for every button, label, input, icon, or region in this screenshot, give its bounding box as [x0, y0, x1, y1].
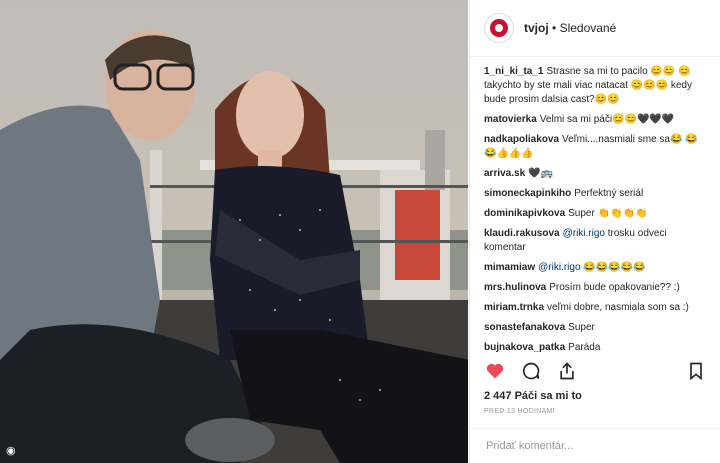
avatar[interactable] — [484, 13, 514, 43]
share-icon[interactable] — [556, 360, 578, 382]
header-text: tvjoj • Sledované — [524, 21, 616, 35]
username-link[interactable]: tvjoj — [524, 21, 549, 35]
comment-text: Perfektný seriál — [574, 188, 644, 199]
comment-icon[interactable] — [520, 360, 542, 382]
comment-username[interactable]: mrs.hulinova — [484, 282, 546, 293]
comment-text: Paráda — [568, 342, 601, 353]
add-comment-input[interactable] — [484, 439, 707, 453]
comment-item: mimamiaw @riki.rigo 😂😂😂😂😂 — [484, 261, 707, 275]
comment-item: klaudi.rakusova @riki.rigo trosku odveci … — [484, 227, 707, 255]
comment-username[interactable]: mimamiaw — [484, 262, 535, 273]
comments-list: 1_ni_ki_ta_1 Strasne sa mi to pacilo 😊😊 😊… — [470, 57, 720, 363]
comment-item: simoneckapinkiho Perfektný seriál — [484, 187, 707, 201]
comment-item: arriva.sk 🖤🚌 — [484, 167, 707, 181]
comment-item: dominikapivkova Super 👏👏👏👏 — [484, 207, 707, 221]
comment-item: miriam.trnka veľmi dobre, nasmiala som sa… — [484, 301, 707, 315]
comment-item: matovierka Velmi sa mi páči😊😊🖤🖤🖤 — [484, 113, 707, 127]
comment-item: 1_ni_ki_ta_1 Strasne sa mi to pacilo 😊😊 😊… — [484, 65, 707, 107]
comment-username[interactable]: miriam.trnka — [484, 302, 544, 313]
comment-mention[interactable]: @riki.rigo — [563, 228, 605, 239]
post-timestamp: PRED 13 HODINAMI — [484, 408, 555, 415]
heart-icon[interactable] — [484, 360, 506, 382]
comment-username[interactable]: bujnakova_patka — [484, 342, 565, 353]
comment-item: bujnakova_patka Paráda — [484, 341, 707, 355]
comment-text: Super — [568, 322, 595, 333]
comment-username[interactable]: simoneckapinkiho — [484, 188, 571, 199]
person-tag-icon[interactable]: ◉ — [6, 444, 16, 457]
comment-username[interactable]: arriva.sk — [484, 168, 525, 179]
comment-username[interactable]: nadkapoliakova — [484, 134, 559, 145]
comment-mention[interactable]: @riki.rigo — [538, 262, 580, 273]
comment-text: 😂😂😂😂😂 — [583, 262, 646, 273]
comment-username[interactable]: klaudi.rakusova — [484, 228, 560, 239]
bookmark-icon[interactable] — [685, 360, 707, 382]
comment-item: nadkapoliakova Veľmi....nasmiali sme sa😂 … — [484, 133, 707, 161]
post-sidebar: tvjoj • Sledované 1_ni_ki_ta_1 Strasne sa… — [469, 0, 720, 463]
header-separator: • — [552, 21, 557, 35]
add-comment-bar — [470, 428, 720, 463]
comment-username[interactable]: sonastefanakova — [484, 322, 565, 333]
action-bar — [470, 360, 720, 382]
comment-text: Velmi sa mi páči😊😊🖤🖤🖤 — [539, 114, 675, 125]
likes-count[interactable]: 2 447 Páči sa mi to — [484, 390, 582, 402]
follow-status[interactable]: Sledované — [560, 21, 617, 35]
post-photo[interactable]: ◉ — [0, 0, 468, 463]
post-header: tvjoj • Sledované — [470, 0, 720, 57]
photo-illustration — [0, 0, 468, 463]
comment-text: Super 👏👏👏👏 — [568, 208, 648, 219]
brand-logo-icon — [490, 19, 508, 37]
comment-text: 🖤🚌 — [528, 168, 554, 179]
comment-username[interactable]: dominikapivkova — [484, 208, 565, 219]
comment-text: Prosím bude opakovanie?? :) — [549, 282, 680, 293]
comment-text: veľmi dobre, nasmiala som sa :) — [547, 302, 689, 313]
comment-item: sonastefanakova Super — [484, 321, 707, 335]
comment-item: mrs.hulinova Prosím bude opakovanie?? :) — [484, 281, 707, 295]
comment-username[interactable]: matovierka — [484, 114, 537, 125]
comment-username[interactable]: 1_ni_ki_ta_1 — [484, 66, 544, 77]
